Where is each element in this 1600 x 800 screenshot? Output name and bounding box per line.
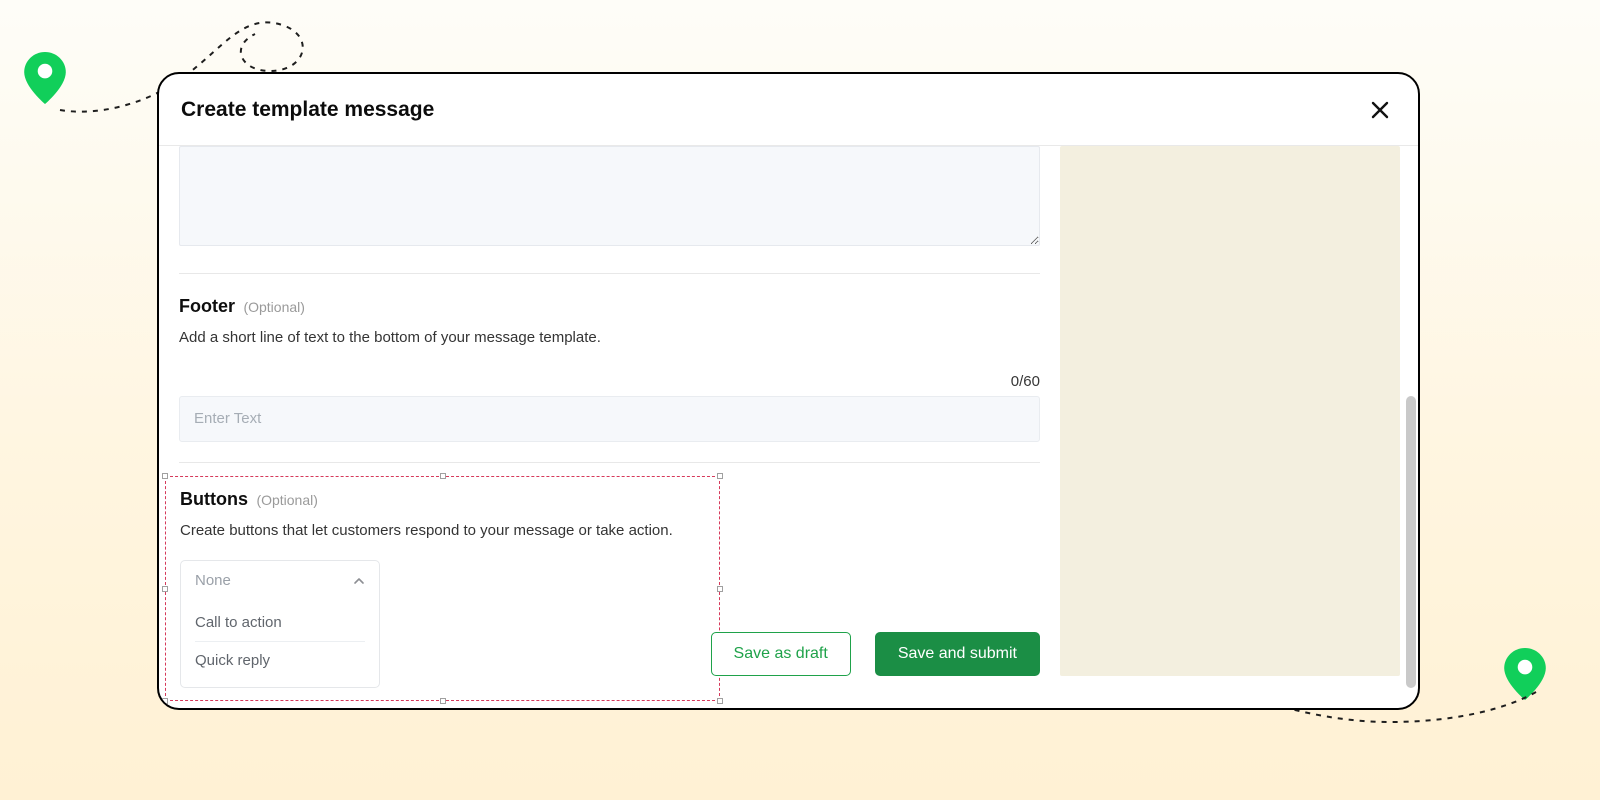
footer-optional-label: (Optional) <box>243 299 304 315</box>
chevron-up-icon <box>353 574 365 586</box>
buttons-title: Buttons <box>180 489 248 509</box>
buttons-description: Create buttons that let customers respon… <box>180 520 705 542</box>
dropdown-option-call-to-action[interactable]: Call to action <box>195 604 365 641</box>
dropdown-list: Call to action Quick reply <box>181 600 379 687</box>
body-textarea[interactable] <box>179 146 1040 246</box>
close-icon <box>1371 97 1389 123</box>
footer-title: Footer <box>179 296 235 316</box>
divider <box>179 462 1040 463</box>
dropdown-option-quick-reply[interactable]: Quick reply <box>195 641 365 679</box>
save-submit-button[interactable]: Save and submit <box>875 632 1040 676</box>
buttons-type-dropdown[interactable]: None Call to action Quick reply <box>180 560 380 688</box>
form-column: Footer (Optional) Add a short line of te… <box>159 146 1060 708</box>
selection-handle <box>717 473 723 479</box>
selection-handle <box>717 698 723 704</box>
preview-panel <box>1060 146 1400 676</box>
selection-handle <box>162 698 168 704</box>
modal-header: Create template message <box>159 74 1418 146</box>
selection-handle <box>162 586 168 592</box>
divider <box>179 273 1040 274</box>
preview-column <box>1060 146 1418 708</box>
buttons-optional-label: (Optional) <box>256 492 317 508</box>
map-pin-icon <box>24 52 66 104</box>
dropdown-selected-label: None <box>195 572 231 589</box>
close-button[interactable] <box>1364 94 1396 126</box>
selection-handle <box>440 473 446 479</box>
modal-body: Footer (Optional) Add a short line of te… <box>159 146 1418 708</box>
selection-handle <box>162 473 168 479</box>
create-template-modal: Create template message Footer (Optional… <box>157 72 1420 710</box>
buttons-section-highlighted: Buttons (Optional) Create buttons that l… <box>165 476 720 701</box>
footer-description: Add a short line of text to the bottom o… <box>179 327 1040 349</box>
scrollbar[interactable] <box>1406 146 1416 698</box>
map-pin-icon <box>1504 648 1546 700</box>
save-draft-button[interactable]: Save as draft <box>711 632 851 676</box>
modal-title: Create template message <box>181 98 434 122</box>
footer-input[interactable] <box>179 396 1040 442</box>
footer-section: Footer (Optional) Add a short line of te… <box>179 296 1040 442</box>
selection-handle <box>717 586 723 592</box>
selection-handle <box>440 698 446 704</box>
dropdown-selected[interactable]: None <box>181 561 379 600</box>
footer-char-count: 0/60 <box>179 373 1040 390</box>
scrollbar-thumb[interactable] <box>1406 396 1416 688</box>
form-actions: Save as draft Save and submit <box>711 632 1040 676</box>
